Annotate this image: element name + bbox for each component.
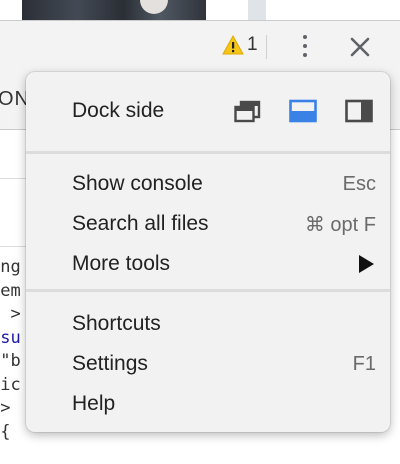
menu-item-label: Show console <box>72 172 203 195</box>
code-lines: ing tem { > "su ="b dic > { <box>0 256 21 444</box>
code-line: > <box>0 398 11 418</box>
menu-separator <box>26 151 390 154</box>
dock-side-options <box>233 99 373 123</box>
code-line: "su <box>0 327 21 348</box>
warnings-indicator[interactable]: 1 <box>222 34 258 56</box>
menu-item-show-console[interactable]: Show console Esc <box>26 164 390 204</box>
dock-bottom-icon[interactable] <box>289 99 317 123</box>
page-image-fragment <box>22 0 206 20</box>
dock-side-label: Dock side <box>72 99 165 122</box>
undock-window-icon[interactable] <box>233 99 261 123</box>
code-line: ing <box>0 257 21 277</box>
toolbar-divider <box>266 35 267 59</box>
menu-item-label: Settings <box>72 352 148 375</box>
warning-count: 1 <box>247 34 258 55</box>
code-line: tem <box>0 280 21 301</box>
menu-item-label: Search all files <box>72 212 209 235</box>
warning-icon <box>222 35 244 55</box>
dock-side-row: Dock side <box>26 91 390 131</box>
menu-item-shortcut: F1 <box>352 352 376 375</box>
customize-devtools-menu: Dock side Show console Esc Search all fi… <box>26 72 390 432</box>
menu-item-label: Help <box>72 392 116 415</box>
code-line: dic <box>0 374 21 395</box>
close-icon[interactable] <box>348 35 372 59</box>
code-line: ="b <box>0 351 21 371</box>
page-scrollbar <box>248 0 266 20</box>
menu-item-search-all-files[interactable]: Search all files ⌘ opt F <box>26 204 390 244</box>
dock-right-icon[interactable] <box>345 99 373 123</box>
menu-item-label: Shortcuts <box>72 312 161 335</box>
menu-item-more-tools[interactable]: More tools <box>26 244 390 284</box>
menu-item-shortcut: Esc <box>342 172 376 195</box>
menu-item-shortcut: ⌘ opt F <box>304 213 376 236</box>
menu-separator <box>26 289 390 292</box>
menu-item-help[interactable]: Help <box>26 384 390 424</box>
menu-item-settings[interactable]: Settings F1 <box>26 344 390 384</box>
devtools-toolbar: 1 <box>0 20 400 72</box>
menu-item-label: More tools <box>72 252 171 275</box>
submenu-arrow-icon <box>359 255 374 273</box>
menu-item-shortcuts[interactable]: Shortcuts <box>26 304 390 344</box>
more-options-kebab-icon[interactable] <box>296 33 314 59</box>
inspected-page-strip <box>0 0 400 20</box>
code-line: { <box>0 421 11 442</box>
code-line: { > <box>0 304 21 324</box>
